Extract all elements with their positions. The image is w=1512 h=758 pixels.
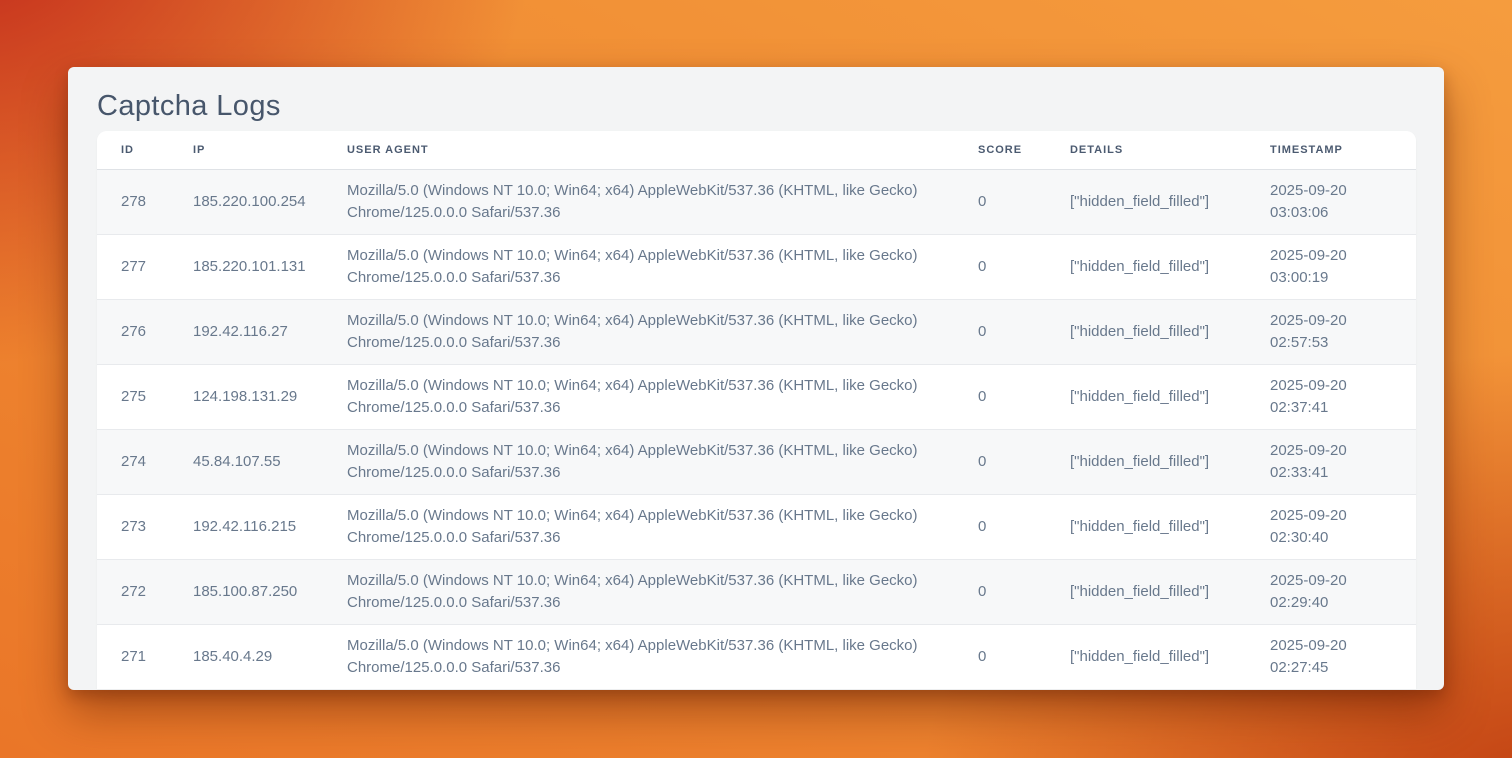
ip-cell: 124.198.131.29	[169, 364, 323, 429]
timestamp-cell: 2025-09-20 02:27:45	[1246, 624, 1416, 689]
score-cell: 0	[954, 559, 1046, 624]
captcha-logs-table: ID IP USER AGENT SCORE DETAILS TIMESTAMP…	[97, 131, 1416, 689]
timestamp-cell: 2025-09-20 02:33:41	[1246, 429, 1416, 494]
timestamp-cell: 2025-09-20 02:57:53	[1246, 299, 1416, 364]
details-cell: ["hidden_field_filled"]	[1046, 299, 1246, 364]
table-row: 275124.198.131.29Mozilla/5.0 (Windows NT…	[97, 364, 1416, 429]
timestamp-cell: 2025-09-20 03:00:19	[1246, 234, 1416, 299]
score-cell: 0	[954, 169, 1046, 234]
id-cell: 274	[97, 429, 169, 494]
score-cell: 0	[954, 429, 1046, 494]
table-row: 273192.42.116.215Mozilla/5.0 (Windows NT…	[97, 494, 1416, 559]
details-cell: ["hidden_field_filled"]	[1046, 364, 1246, 429]
score-cell: 0	[954, 494, 1046, 559]
id-cell: 276	[97, 299, 169, 364]
captcha-logs-card: Captcha Logs ID IP USER AGENT SCORE DETA…	[68, 67, 1444, 690]
column-header-details: DETAILS	[1046, 131, 1246, 169]
table-header-row: ID IP USER AGENT SCORE DETAILS TIMESTAMP	[97, 131, 1416, 169]
user_agent-cell: Mozilla/5.0 (Windows NT 10.0; Win64; x64…	[323, 494, 954, 559]
table-header: ID IP USER AGENT SCORE DETAILS TIMESTAMP	[97, 131, 1416, 169]
user_agent-cell: Mozilla/5.0 (Windows NT 10.0; Win64; x64…	[323, 559, 954, 624]
id-cell: 273	[97, 494, 169, 559]
table-row: 271185.40.4.29Mozilla/5.0 (Windows NT 10…	[97, 624, 1416, 689]
id-cell: 278	[97, 169, 169, 234]
details-cell: ["hidden_field_filled"]	[1046, 559, 1246, 624]
user_agent-cell: Mozilla/5.0 (Windows NT 10.0; Win64; x64…	[323, 364, 954, 429]
column-header-ip: IP	[169, 131, 323, 169]
table-row: 277185.220.101.131Mozilla/5.0 (Windows N…	[97, 234, 1416, 299]
ip-cell: 185.100.87.250	[169, 559, 323, 624]
ip-cell: 185.220.101.131	[169, 234, 323, 299]
timestamp-cell: 2025-09-20 02:29:40	[1246, 559, 1416, 624]
table-row: 276192.42.116.27Mozilla/5.0 (Windows NT …	[97, 299, 1416, 364]
details-cell: ["hidden_field_filled"]	[1046, 494, 1246, 559]
details-cell: ["hidden_field_filled"]	[1046, 429, 1246, 494]
user_agent-cell: Mozilla/5.0 (Windows NT 10.0; Win64; x64…	[323, 429, 954, 494]
captcha-logs-table-container: ID IP USER AGENT SCORE DETAILS TIMESTAMP…	[97, 131, 1416, 689]
score-cell: 0	[954, 624, 1046, 689]
ip-cell: 192.42.116.27	[169, 299, 323, 364]
table-body: 278185.220.100.254Mozilla/5.0 (Windows N…	[97, 169, 1416, 689]
column-header-timestamp: TIMESTAMP	[1246, 131, 1416, 169]
id-cell: 275	[97, 364, 169, 429]
table-row: 272185.100.87.250Mozilla/5.0 (Windows NT…	[97, 559, 1416, 624]
table-row: 27445.84.107.55Mozilla/5.0 (Windows NT 1…	[97, 429, 1416, 494]
column-header-score: SCORE	[954, 131, 1046, 169]
ip-cell: 185.220.100.254	[169, 169, 323, 234]
user_agent-cell: Mozilla/5.0 (Windows NT 10.0; Win64; x64…	[323, 234, 954, 299]
id-cell: 272	[97, 559, 169, 624]
user_agent-cell: Mozilla/5.0 (Windows NT 10.0; Win64; x64…	[323, 299, 954, 364]
id-cell: 277	[97, 234, 169, 299]
column-header-user-agent: USER AGENT	[323, 131, 954, 169]
id-cell: 271	[97, 624, 169, 689]
page-title: Captcha Logs	[97, 85, 1416, 127]
ip-cell: 192.42.116.215	[169, 494, 323, 559]
timestamp-cell: 2025-09-20 02:37:41	[1246, 364, 1416, 429]
ip-cell: 185.40.4.29	[169, 624, 323, 689]
details-cell: ["hidden_field_filled"]	[1046, 169, 1246, 234]
timestamp-cell: 2025-09-20 03:03:06	[1246, 169, 1416, 234]
details-cell: ["hidden_field_filled"]	[1046, 234, 1246, 299]
timestamp-cell: 2025-09-20 02:30:40	[1246, 494, 1416, 559]
score-cell: 0	[954, 299, 1046, 364]
score-cell: 0	[954, 234, 1046, 299]
column-header-id: ID	[97, 131, 169, 169]
ip-cell: 45.84.107.55	[169, 429, 323, 494]
user_agent-cell: Mozilla/5.0 (Windows NT 10.0; Win64; x64…	[323, 169, 954, 234]
score-cell: 0	[954, 364, 1046, 429]
details-cell: ["hidden_field_filled"]	[1046, 624, 1246, 689]
user_agent-cell: Mozilla/5.0 (Windows NT 10.0; Win64; x64…	[323, 624, 954, 689]
table-row: 278185.220.100.254Mozilla/5.0 (Windows N…	[97, 169, 1416, 234]
